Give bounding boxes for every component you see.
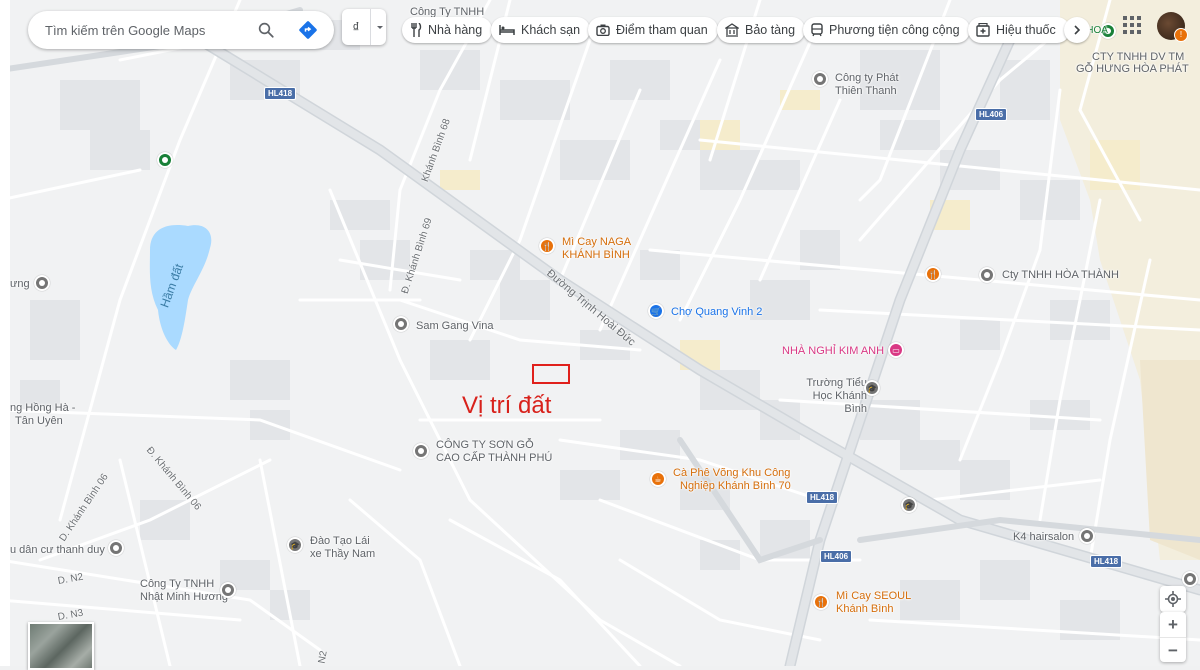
directions-button[interactable] [296, 18, 320, 42]
place-label[interactable]: K4 hairsalon [1013, 531, 1074, 544]
place-label[interactable]: Công Ty TNHH [140, 578, 214, 591]
zoom-controls: + − [1160, 612, 1186, 662]
place-label[interactable]: xe Thầy Nam [310, 548, 375, 561]
zoom-in-button[interactable]: + [1160, 612, 1186, 637]
place-label[interactable]: Mì Cay NAGA [562, 236, 631, 249]
left-edge [0, 0, 10, 666]
search-button[interactable] [254, 18, 278, 42]
route-shield: HL406 [975, 108, 1008, 121]
chip-label: Bảo tàng [745, 23, 796, 37]
place-label[interactable]: Nhật Minh Hương [140, 591, 228, 604]
search-icon [258, 22, 274, 38]
business-pin-icon[interactable] [34, 275, 50, 291]
map-canvas[interactable] [0, 0, 1200, 666]
place-label[interactable]: Cty TNHH HÒA THÀNH [1002, 269, 1119, 282]
chip-pharmacies[interactable]: Hiệu thuốc [968, 17, 1070, 43]
zoom-out-button[interactable]: − [1160, 637, 1186, 663]
chip-label: Hiệu thuốc [996, 23, 1056, 37]
hotel-price-button[interactable]: ₫ [342, 9, 386, 45]
street-label: N2 [316, 649, 330, 665]
school-pin-icon[interactable]: 🎓 [901, 497, 917, 513]
route-shield: HL418 [806, 491, 839, 504]
hotel-pin-icon[interactable]: ▭ [888, 342, 904, 358]
place-label[interactable]: CAO CẤP THÀNH PHÚ [436, 452, 552, 465]
business-pin-icon[interactable] [1182, 571, 1198, 587]
business-pin-icon[interactable] [812, 71, 828, 87]
chip-label: Điểm tham quan [616, 23, 708, 37]
route-shield: HL418 [1090, 555, 1123, 568]
chip-museums[interactable]: Bảo tàng [717, 17, 806, 43]
chevron-right-icon [1074, 25, 1081, 35]
chip-restaurants[interactable]: Nhà hàng [402, 17, 493, 43]
place-label[interactable]: Cà Phê Võng Khu Công [673, 467, 790, 480]
restaurant-pin-icon[interactable]: 🍴 [539, 238, 555, 254]
cafe-pin-icon[interactable]: ☕ [650, 471, 666, 487]
place-label[interactable]: KHÁNH BÌNH [562, 249, 630, 262]
place-label[interactable]: Chợ Quang Vinh 2 [671, 306, 762, 319]
place-label[interactable]: Nghiệp Khánh Bình 70 [680, 480, 791, 493]
place-label[interactable]: Sam Gang Vina [416, 320, 493, 333]
business-pin-icon[interactable] [220, 582, 236, 598]
chips-next-button[interactable] [1064, 17, 1090, 43]
restaurant-pin-icon[interactable]: 🍴 [813, 594, 829, 610]
camera-icon [596, 24, 610, 36]
place-label[interactable]: Công ty Phát Thiên Thanh [835, 72, 915, 98]
chevron-down-icon [370, 9, 385, 45]
land-location-label: Vị trí đất [462, 392, 552, 419]
chip-transit[interactable]: Phương tiện công cộng [803, 17, 970, 43]
place-label[interactable]: ng Hồng Hà - [10, 402, 75, 415]
restaurant-icon [411, 23, 422, 37]
park-pin-icon[interactable] [157, 152, 173, 168]
museum-icon [725, 23, 739, 37]
alert-badge-icon: ! [1174, 28, 1188, 42]
school-pin-icon[interactable]: 🎓 [864, 380, 880, 396]
price-icon: ₫ [352, 19, 360, 35]
chip-hotels[interactable]: Khách sạn [491, 17, 591, 43]
place-label[interactable]: Tân Uyên [15, 415, 63, 428]
place-label[interactable]: Đào Tạo Lái [310, 535, 370, 548]
chip-label: Khách sạn [521, 23, 581, 37]
place-label[interactable]: NHÀ NGHỈ KIM ANH [782, 345, 884, 358]
place-label[interactable]: Mì Cay SEOUL [836, 590, 911, 603]
business-pin-icon[interactable] [979, 267, 995, 283]
route-shield: HL418 [264, 87, 297, 100]
place-label[interactable]: Khánh Bình [836, 603, 894, 616]
business-pin-icon[interactable] [413, 443, 429, 459]
search-input[interactable] [43, 21, 247, 39]
directions-icon [299, 21, 317, 39]
place-label[interactable]: CÔNG TY SƠN GỖ [436, 439, 534, 452]
place-label[interactable]: u dân cư thanh duy [10, 544, 105, 557]
chip-label: Phương tiện công cộng [829, 23, 960, 37]
place-label[interactable]: GỖ HƯNG HÒA PHÁT [1076, 63, 1189, 76]
chip-attractions[interactable]: Điểm tham quan [588, 17, 718, 43]
place-label[interactable]: ưng [10, 278, 30, 291]
restaurant-pin-icon[interactable]: 🍴 [925, 266, 941, 282]
crosshair-icon [1165, 591, 1181, 607]
apps-grid-icon[interactable] [1122, 15, 1142, 35]
school-pin-icon[interactable]: 🎓 [287, 537, 303, 553]
layers-button[interactable] [28, 622, 94, 670]
shopping-pin-icon[interactable]: 🛒 [648, 303, 664, 319]
my-location-button[interactable] [1160, 586, 1186, 612]
place-label[interactable]: Trường Tiểu Học Khánh Bình [797, 377, 867, 416]
business-pin-icon[interactable] [1079, 528, 1095, 544]
land-location-marker [532, 364, 570, 384]
route-shield: HL406 [820, 550, 853, 563]
search-box[interactable] [28, 11, 334, 49]
transit-icon [811, 23, 823, 37]
business-pin-icon[interactable] [393, 316, 409, 332]
chip-label: Nhà hàng [428, 23, 483, 37]
hotel-icon [499, 25, 515, 35]
business-pin-icon[interactable] [108, 540, 124, 556]
pharmacy-icon [976, 23, 990, 37]
